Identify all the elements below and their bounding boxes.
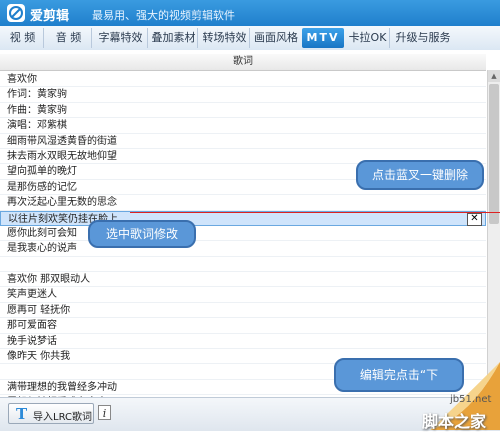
tab-mtv[interactable]: MTV xyxy=(302,28,344,48)
lyric-text: 再次泛起心里无数的思念 xyxy=(7,197,117,209)
lyric-text: 笑声更迷人 xyxy=(7,289,57,301)
tab-picture-style[interactable]: 画面风格 xyxy=(252,28,300,48)
tab-subtitle-effects[interactable]: 字幕特效 xyxy=(94,28,148,48)
lyric-text: 演唱：邓紫棋 xyxy=(7,120,67,132)
lyric-text: 愿你此刻可会知 xyxy=(7,227,77,239)
info-icon[interactable]: i xyxy=(98,405,111,420)
lyric-line[interactable]: 细雨带风湿透黄昏的街道 xyxy=(0,134,486,149)
lyrics-column-header: 歌词 xyxy=(0,54,486,71)
lyric-text: 是我衷心的说声 xyxy=(7,243,77,255)
lyric-text: 喜欢你 那双眼动人 xyxy=(7,274,91,286)
tab-overlay-material[interactable]: 叠加素材 xyxy=(150,28,198,48)
lyric-line[interactable]: 喜欢你 xyxy=(0,72,486,88)
lyric-line[interactable] xyxy=(0,257,486,273)
main-tab-bar: 视 频 音 频 字幕特效 叠加素材 转场特效 画面风格 MTV 卡拉OK 升级与… xyxy=(0,26,500,51)
lyric-text: 像昨天 你共我 xyxy=(7,351,71,363)
lyric-text: 望向孤单的晚灯 xyxy=(7,166,77,178)
import-lrc-label: 导入LRC歌词 xyxy=(33,412,93,423)
lyric-text: 愿再可 轻抚你 xyxy=(7,304,71,316)
delete-line-icon[interactable]: ✕ xyxy=(467,212,482,226)
tab-transition-effects[interactable]: 转场特效 xyxy=(200,28,250,48)
app-name: 爱剪辑 xyxy=(30,9,70,24)
lyrics-panel: 歌词 喜欢你作词：黄家驹 作曲：黄家驹 演唱：邓紫棋细雨带风湿透黄昏的街道 抹去雨水双… xyxy=(0,50,500,426)
lyrics-scrollbar[interactable]: ▲ ▼ xyxy=(487,70,500,397)
lyric-line[interactable]: 那可爱面容 xyxy=(0,318,486,334)
lyric-text: 挽手说梦话 xyxy=(7,335,57,347)
lyric-line[interactable]: 笑声更迷人 xyxy=(0,287,486,303)
lyric-line[interactable]: 作曲：黄家驹 xyxy=(0,103,486,119)
app-logo-icon xyxy=(7,4,25,22)
tab-karaoke[interactable]: 卡拉OK xyxy=(346,28,390,48)
lyric-text: 满带理想的我曾经多冲动 xyxy=(7,381,117,393)
tab-audio[interactable]: 音 频 xyxy=(46,28,92,48)
lyric-line[interactable]: 演唱：邓紫棋 xyxy=(0,118,486,134)
annotation-divider-line xyxy=(130,212,500,213)
lyric-text: 那可爱面容 xyxy=(7,320,57,332)
lyric-text: 作曲：黄家驹 xyxy=(7,104,67,116)
lyric-line[interactable]: 挽手说梦话 xyxy=(0,334,486,350)
watermark-name: 脚本之家 xyxy=(422,412,487,431)
lyric-line[interactable]: 作词：黄家驹 xyxy=(0,87,486,103)
title-bar: 爱剪辑 最易用、强大的视频剪辑软件 xyxy=(0,0,500,26)
lyric-text: 作词：黄家驹 xyxy=(7,89,67,101)
callout-delete-tip: 点击蓝叉一键删除 xyxy=(356,160,484,190)
lyric-line[interactable]: 愿再可 轻抚你 xyxy=(0,303,486,319)
lyric-text: 是那伤感的记忆 xyxy=(7,181,77,193)
lyric-text: 喜欢你 xyxy=(7,74,37,85)
import-lrc-button[interactable]: T 导入LRC歌词 xyxy=(8,403,94,424)
text-t-icon: T xyxy=(16,405,28,423)
lyric-line[interactable]: 再次泛起心里无数的思念 xyxy=(0,195,486,211)
app-slogan: 最易用、强大的视频剪辑软件 xyxy=(92,9,235,22)
watermark-site: jb51.net xyxy=(450,394,492,405)
lyric-line[interactable]: 喜欢你 那双眼动人 xyxy=(0,272,486,288)
lyric-line[interactable]: 愿你此刻可会知 xyxy=(0,226,486,242)
scroll-up-icon[interactable]: ▲ xyxy=(488,70,500,82)
lyric-text: 抹去雨水双眼无故地仰望 xyxy=(7,150,117,162)
tab-video[interactable]: 视 频 xyxy=(2,28,44,48)
callout-select-tip: 选中歌词修改 xyxy=(88,220,196,248)
lyric-text: 细雨带风湿透黄昏的街道 xyxy=(7,135,117,147)
lyric-line[interactable]: 是我衷心的说声 xyxy=(0,241,486,257)
tab-upgrade-service[interactable]: 升级与服务 xyxy=(392,28,454,48)
scroll-thumb[interactable] xyxy=(489,84,499,224)
